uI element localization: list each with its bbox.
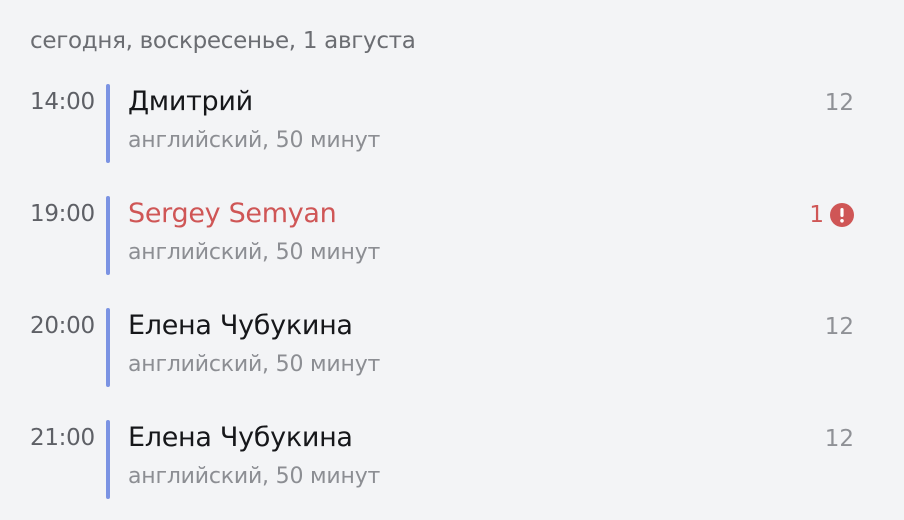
day-header: сегодня, воскресенье, 1 августа	[30, 28, 416, 54]
lesson-time: 19:00	[30, 201, 95, 227]
lesson-count: 12	[825, 314, 854, 340]
lesson-time: 21:00	[30, 425, 95, 451]
lesson-count: 12	[825, 426, 854, 452]
lesson-count-value: 12	[824, 426, 854, 452]
lesson-accent-bar	[106, 420, 110, 499]
lesson-accent-bar	[106, 84, 110, 163]
lesson-row[interactable]: 19:00 Sergey Semyan английский, 50 минут…	[0, 196, 904, 276]
lesson-time: 14:00	[30, 89, 95, 115]
lesson-details: английский, 50 минут	[128, 352, 381, 377]
lesson-accent-bar	[106, 196, 110, 275]
student-name: Елена Чубукина	[128, 310, 353, 341]
student-name: Sergey Semyan	[128, 198, 337, 229]
lesson-count-value: 12	[824, 90, 854, 116]
lesson-count-value: 12	[824, 314, 854, 340]
lesson-details: английский, 50 минут	[128, 240, 381, 265]
lesson-row[interactable]: 14:00 Дмитрий английский, 50 минут 12	[0, 84, 904, 164]
lesson-count: 12	[825, 90, 854, 116]
schedule-page: сегодня, воскресенье, 1 августа 14:00 Дм…	[0, 0, 904, 520]
lesson-row[interactable]: 21:00 Елена Чубукина английский, 50 мину…	[0, 420, 904, 500]
lesson-count: 1	[809, 202, 854, 228]
lesson-time: 20:00	[30, 313, 95, 339]
lesson-details: английский, 50 минут	[128, 464, 381, 489]
student-name: Дмитрий	[128, 86, 253, 117]
lesson-count-value: 1	[809, 202, 824, 228]
lesson-details: английский, 50 минут	[128, 128, 381, 153]
lesson-row[interactable]: 20:00 Елена Чубукина английский, 50 мину…	[0, 308, 904, 388]
lesson-accent-bar	[106, 308, 110, 387]
student-name: Елена Чубукина	[128, 422, 353, 453]
exclamation-circle-icon	[830, 203, 854, 227]
